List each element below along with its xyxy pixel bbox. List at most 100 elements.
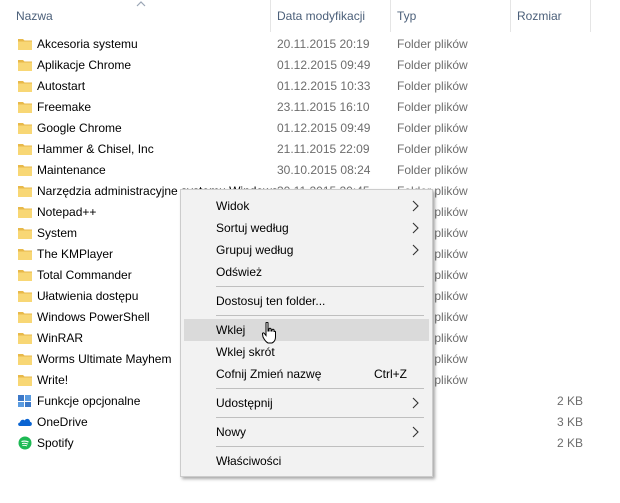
file-name: Freemake — [37, 100, 92, 114]
spotify-icon — [17, 436, 33, 450]
menu-item-paste[interactable]: Wklej — [184, 319, 429, 341]
column-header-size[interactable]: Rozmiar — [511, 0, 591, 32]
menu-separator — [216, 286, 424, 287]
file-name: Hammer & Chisel, Inc — [37, 142, 154, 156]
menu-item-sort-by[interactable]: Sortuj według — [184, 217, 429, 239]
menu-item-label: Właściwości — [216, 454, 282, 468]
file-name: The KMPlayer — [37, 247, 114, 261]
submenu-arrow-icon — [412, 397, 419, 409]
sort-ascending-icon — [136, 1, 146, 7]
menu-item-refresh[interactable]: Odśwież — [184, 261, 429, 283]
file-row[interactable]: Hammer & Chisel, Inc 21.11.2015 22:09 Fold… — [0, 139, 620, 160]
menu-item-group-by[interactable]: Grupuj według — [184, 239, 429, 261]
menu-separator — [216, 315, 424, 316]
file-name: Write! — [37, 373, 69, 387]
file-date: 01.12.2015 10:33 — [277, 79, 371, 93]
menu-separator — [216, 417, 424, 418]
file-size: 2 KB — [556, 394, 583, 408]
menu-item-label: Odśwież — [216, 265, 263, 279]
menu-item-label: Sortuj według — [216, 221, 289, 235]
folder-icon — [17, 352, 33, 366]
menu-item-share[interactable]: Udostępnij — [184, 392, 429, 414]
folder-icon — [17, 163, 33, 177]
folder-icon — [17, 310, 33, 324]
folder-icon — [17, 331, 33, 345]
file-name: Maintenance — [37, 163, 106, 177]
file-name: WinRAR — [37, 331, 84, 345]
file-name: System — [37, 226, 78, 240]
folder-icon — [17, 205, 33, 219]
file-name: Worms Ultimate Mayhem — [37, 352, 172, 366]
file-date: 01.12.2015 09:49 — [277, 58, 371, 72]
menu-item-label: Grupuj według — [216, 243, 294, 257]
menu-item-customize-folder[interactable]: Dostosuj ten folder... — [184, 290, 429, 312]
file-date: 30.10.2015 08:24 — [277, 163, 371, 177]
folder-icon — [17, 268, 33, 282]
menu-item-label: Nowy — [216, 425, 247, 439]
file-date: 21.11.2015 22:09 — [277, 142, 370, 156]
shortcut-icon — [17, 394, 33, 408]
file-name: Total Commander — [37, 268, 132, 282]
column-header-modified[interactable]: Data modyfikacji — [271, 0, 391, 32]
menu-item-undo-rename[interactable]: Cofnij Zmień nazwę Ctrl+Z — [184, 363, 429, 385]
menu-item-paste-shortcut[interactable]: Wklej skrót — [184, 341, 429, 363]
file-row[interactable]: Aplikacje Chrome 01.12.2015 09:49 Folder p… — [0, 55, 620, 76]
file-name: Funkcje opcjonalne — [37, 394, 141, 408]
file-date: 01.12.2015 09:49 — [277, 121, 371, 135]
file-name: Notepad++ — [37, 205, 97, 219]
menu-separator — [216, 388, 424, 389]
file-type: Folder plików — [397, 58, 468, 72]
onedrive-icon — [17, 415, 33, 429]
file-type: Folder plików — [397, 163, 468, 177]
folder-icon — [17, 79, 33, 93]
file-name: Google Chrome — [37, 121, 122, 135]
menu-separator — [216, 446, 424, 447]
file-type: Folder plików — [397, 100, 468, 114]
column-header-bar: Nazwa Data modyfikacji Typ Rozmiar — [0, 0, 620, 32]
menu-item-shortcut: Ctrl+Z — [374, 367, 407, 381]
file-date: 23.11.2015 16:10 — [277, 100, 370, 114]
file-size: 3 KB — [556, 415, 583, 429]
menu-item-label: Widok — [216, 199, 250, 213]
context-menu: Widok Sortuj według Grupuj według Odśwież Do… — [180, 189, 433, 477]
menu-item-new[interactable]: Nowy — [184, 421, 429, 443]
file-name: Akcesoria systemu — [37, 37, 138, 51]
menu-item-label: Dostosuj ten folder... — [216, 294, 326, 308]
file-row[interactable]: Google Chrome 01.12.2015 09:49 Folder plik… — [0, 118, 620, 139]
file-type: Folder plików — [397, 37, 468, 51]
file-name: Spotify — [37, 436, 74, 450]
file-name: OneDrive — [37, 415, 88, 429]
column-divider[interactable] — [590, 0, 591, 32]
folder-icon — [17, 289, 33, 303]
folder-icon — [17, 121, 33, 135]
folder-icon — [17, 184, 33, 198]
file-name: Windows PowerShell — [37, 310, 150, 324]
file-name: Ułatwienia dostępu — [37, 289, 139, 303]
file-date: 20.11.2015 20:19 — [277, 37, 370, 51]
mouse-cursor-icon — [262, 322, 276, 344]
folder-icon — [17, 58, 33, 72]
file-row[interactable]: Maintenance 30.10.2015 08:24 Folder plików — [0, 160, 620, 181]
submenu-arrow-icon — [412, 222, 419, 234]
submenu-arrow-icon — [412, 244, 419, 256]
menu-item-view[interactable]: Widok — [184, 195, 429, 217]
file-type: Folder plików — [397, 121, 468, 135]
menu-item-properties[interactable]: Właściwości — [184, 450, 429, 472]
file-type: Folder plików — [397, 142, 468, 156]
submenu-arrow-icon — [412, 200, 419, 212]
file-row[interactable]: Freemake 23.11.2015 16:10 Folder plików — [0, 97, 620, 118]
file-name: Aplikacje Chrome — [37, 58, 132, 72]
file-row[interactable]: Akcesoria systemu 20.11.2015 20:19 Folder … — [0, 34, 620, 55]
folder-icon — [17, 373, 33, 387]
folder-icon — [17, 100, 33, 114]
menu-item-label: Cofnij Zmień nazwę — [216, 367, 322, 381]
column-header-type[interactable]: Typ — [391, 0, 510, 32]
folder-icon — [17, 226, 33, 240]
menu-item-label: Wklej skrót — [216, 345, 275, 359]
file-type: Folder plików — [397, 79, 468, 93]
submenu-arrow-icon — [412, 426, 419, 438]
file-row[interactable]: Autostart 01.12.2015 10:33 Folder plików — [0, 76, 620, 97]
file-name: Autostart — [37, 79, 86, 93]
file-size: 2 KB — [556, 436, 583, 450]
menu-item-label: Udostępnij — [216, 396, 273, 410]
